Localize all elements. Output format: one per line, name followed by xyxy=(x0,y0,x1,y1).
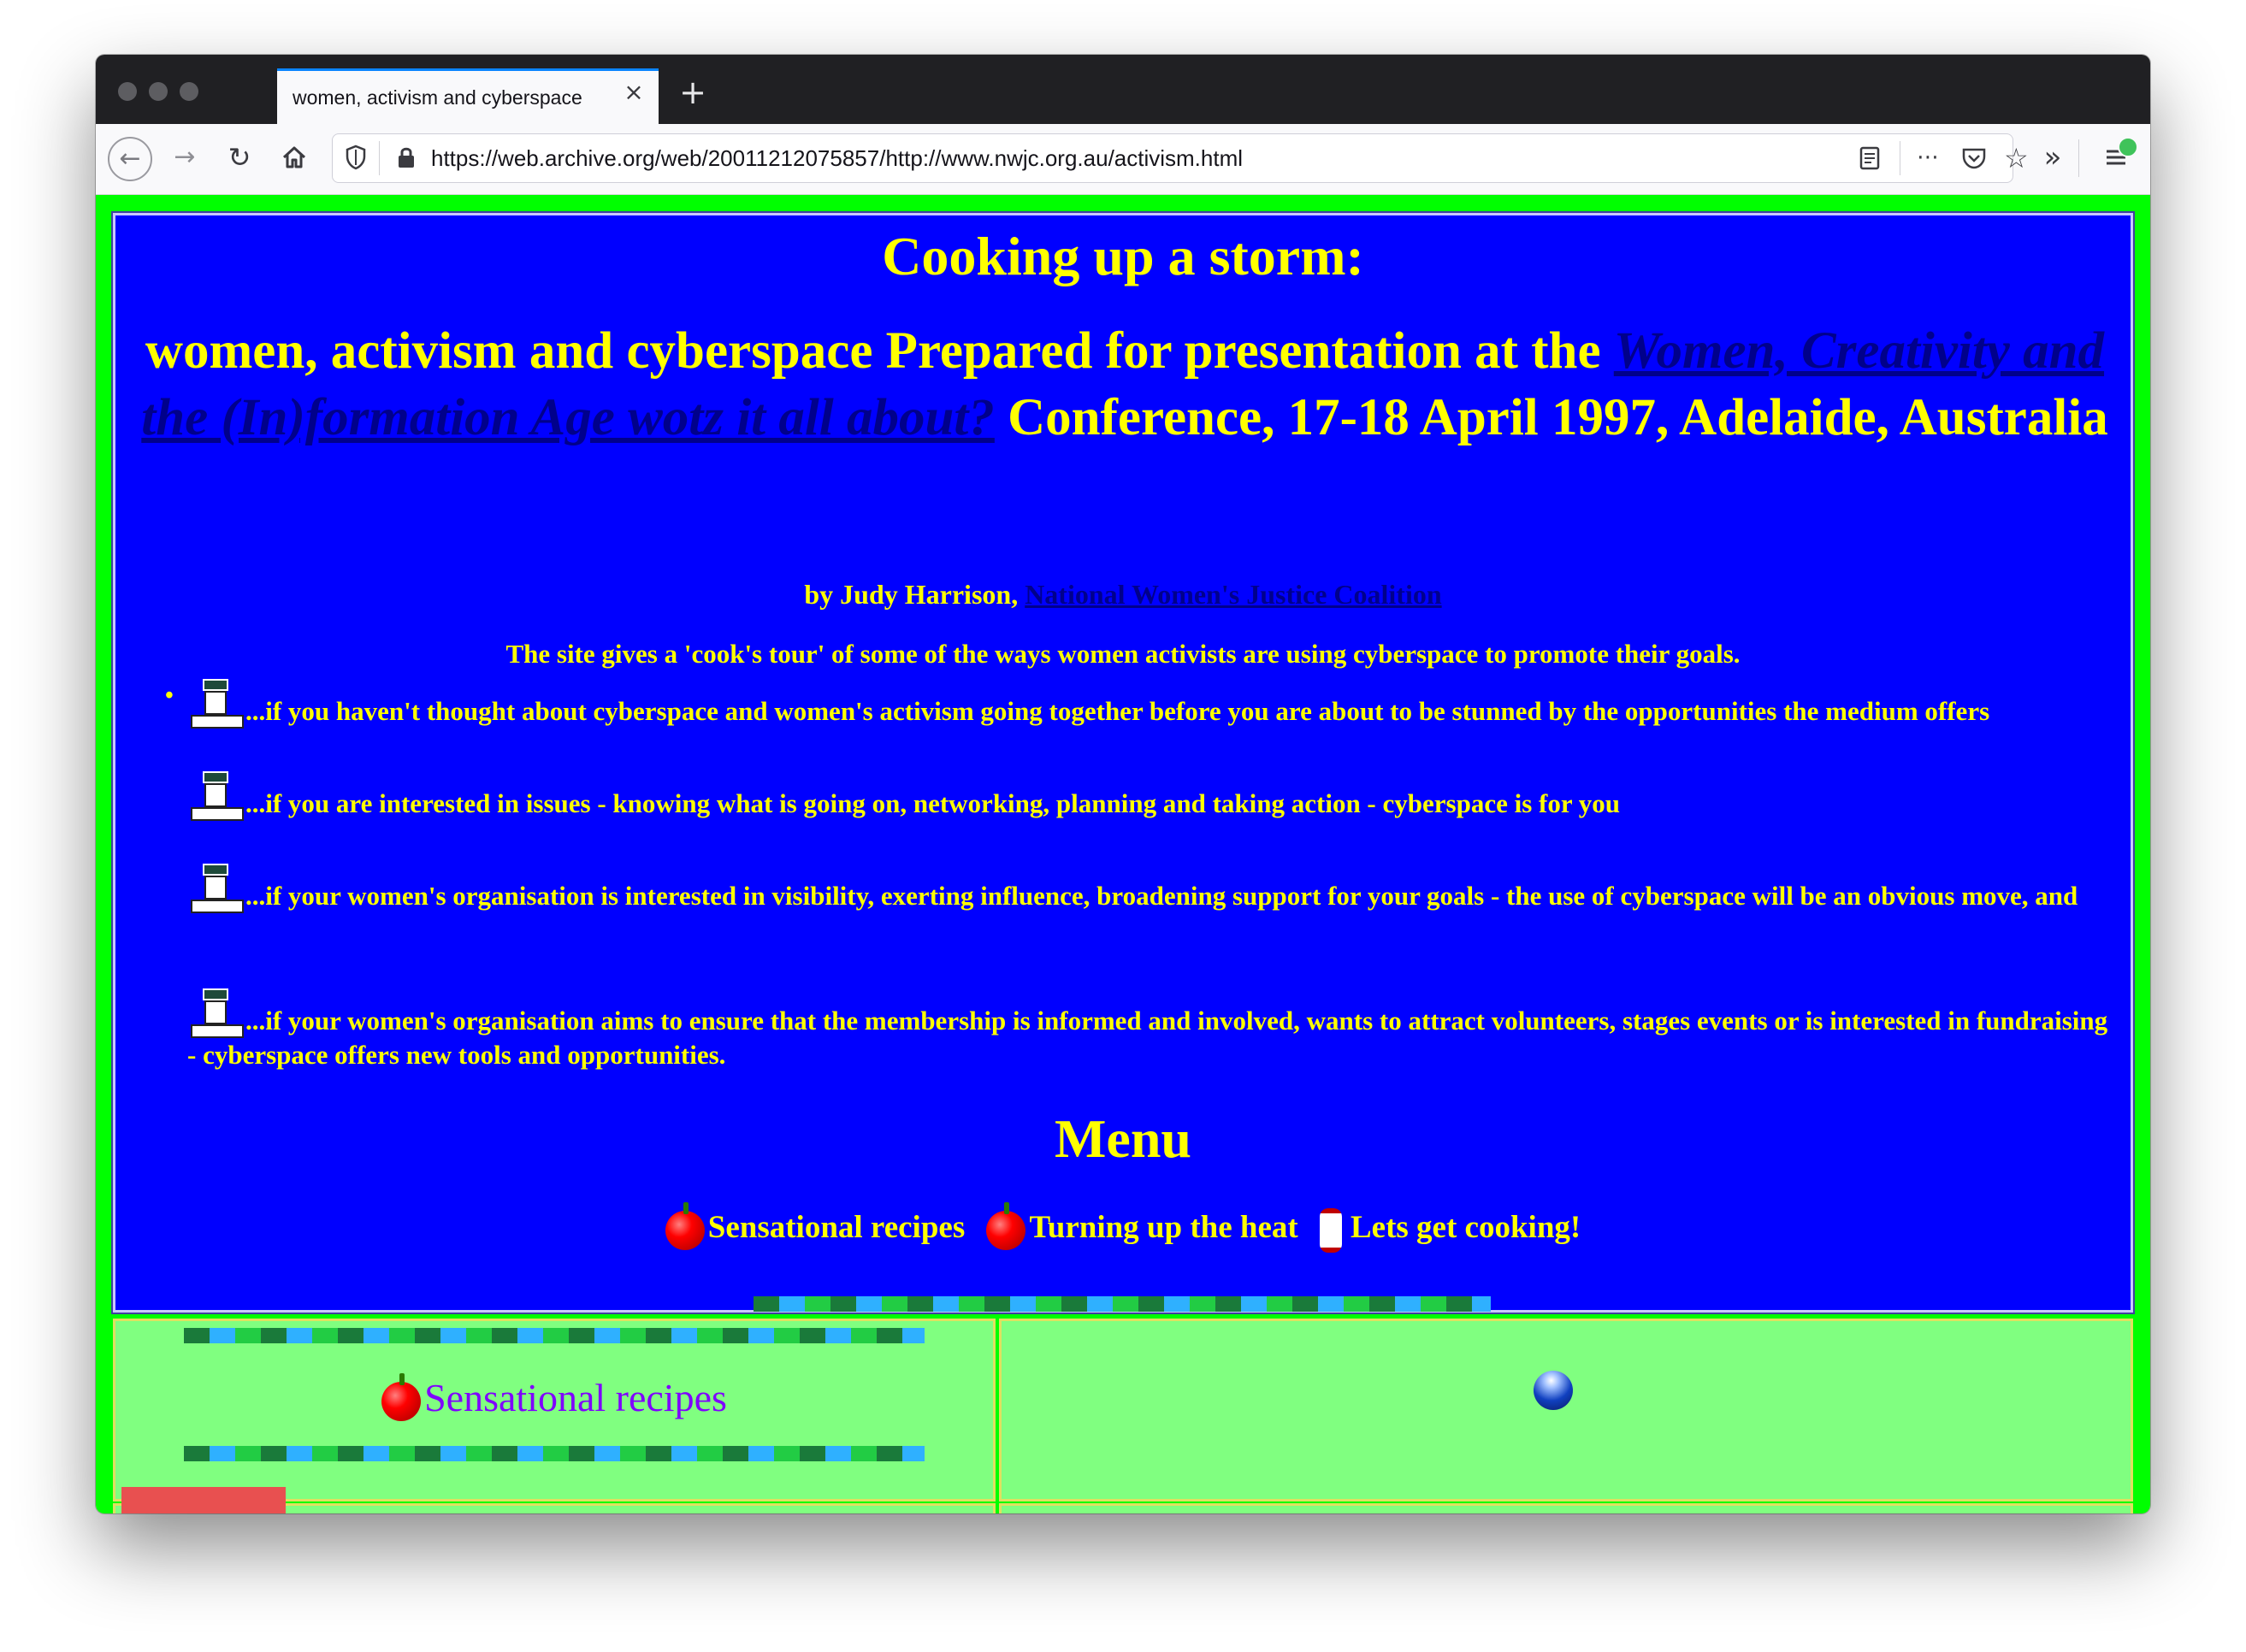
list-item-text: ...if you are interested in issues - kno… xyxy=(245,788,1621,818)
url-text[interactable]: https://web.archive.org/web/200112120758… xyxy=(431,145,1243,172)
list-item: ...if your women's organisation aims to … xyxy=(187,988,2112,1072)
stamp-icon xyxy=(187,864,244,913)
section-cell-globe xyxy=(999,1319,2133,1502)
bitten-apple-icon xyxy=(986,1201,1026,1250)
decorative-divider xyxy=(184,1328,925,1343)
close-icon[interactable]: × xyxy=(621,80,647,105)
menu-item-lets-get-cooking[interactable]: Lets get cooking! xyxy=(1319,1207,1581,1253)
window-zoom-dot[interactable] xyxy=(180,82,198,101)
tab-active[interactable]: women, activism and cyberspace × xyxy=(277,68,659,124)
byline-prefix: by Judy Harrison, xyxy=(804,579,1025,610)
page-content: Cooking up a storm: women, activism and … xyxy=(96,195,2150,1513)
window-close-dot[interactable] xyxy=(118,82,137,101)
apple-core-icon xyxy=(1319,1207,1342,1253)
new-tab-icon[interactable]: + xyxy=(676,75,710,109)
intro-panel: Cooking up a storm: women, activism and … xyxy=(111,211,2135,1314)
list-item-text: ...if your women's organisation aims to … xyxy=(187,1006,2108,1070)
address-bar[interactable]: https://web.archive.org/web/200112120758… xyxy=(332,133,2029,183)
menu-item-turning-up-the-heat[interactable]: Turning up the heat xyxy=(986,1201,1298,1250)
tab-strip: women, activism and cyberspace × + xyxy=(96,55,2150,124)
pocket-icon[interactable] xyxy=(1961,146,1987,174)
menu-item-label: Sensational recipes xyxy=(707,1210,966,1245)
lock-icon[interactable] xyxy=(396,145,417,174)
list-item-text: ...if you haven't thought about cyberspa… xyxy=(245,696,1990,726)
reader-view-icon[interactable] xyxy=(1859,145,1881,175)
decorative-divider xyxy=(754,1296,1491,1312)
organisation-link[interactable]: National Women's Justice Coalition xyxy=(1025,579,1441,610)
url-separator xyxy=(379,141,380,175)
hamburger-menu-icon[interactable] xyxy=(2097,137,2138,176)
list-item: • ...if you haven't thought about cybers… xyxy=(165,679,2112,729)
byline: by Judy Harrison, National Women's Justi… xyxy=(115,577,2131,611)
section-cell-recipes: Sensational recipes xyxy=(113,1319,996,1502)
red-banner xyxy=(121,1487,286,1513)
tab-title: women, activism and cyberspace xyxy=(293,86,582,109)
stamp-icon xyxy=(187,679,244,729)
overflow-menu-icon[interactable]: » xyxy=(2034,139,2072,176)
section-cell-next-right xyxy=(999,1503,2133,1513)
reload-icon[interactable]: ↻ xyxy=(221,139,258,176)
menu-item-label: Turning up the heat xyxy=(1029,1210,1298,1245)
list-item-text: ...if your women's organisation is inter… xyxy=(245,881,2078,911)
decorative-divider xyxy=(184,1446,925,1461)
shield-icon[interactable] xyxy=(345,145,367,174)
page-title: Cooking up a storm: xyxy=(882,226,1364,286)
apple-icon xyxy=(381,1373,422,1422)
menu-links: Sensational recipes Turning up the heat … xyxy=(115,1201,2131,1253)
subtitle-prefix: women, activism and cyberspace Prepared … xyxy=(145,322,1614,380)
page-subtitle: women, activism and cyberspace Prepared … xyxy=(141,318,2108,451)
globe-icon xyxy=(1534,1371,1573,1410)
navigation-bar: ← → ↻ https://web.archive.org/web/200112… xyxy=(96,124,2150,195)
menu-item-sensational-recipes[interactable]: Sensational recipes xyxy=(665,1201,966,1250)
forward-icon[interactable]: → xyxy=(166,139,204,176)
stamp-icon xyxy=(187,988,244,1038)
back-icon[interactable]: ← xyxy=(108,137,152,181)
home-icon[interactable] xyxy=(275,139,313,176)
list-item: ...if your women's organisation is inter… xyxy=(187,864,2112,913)
list-item: ...if you are interested in issues - kno… xyxy=(187,771,2112,821)
stamp-icon xyxy=(187,771,244,821)
browser-window: women, activism and cyberspace × + ← → ↻… xyxy=(96,55,2150,1513)
apple-icon xyxy=(665,1201,705,1250)
more-actions-icon[interactable]: ⋯ xyxy=(1917,145,1939,170)
section-heading-text: Sensational recipes xyxy=(424,1376,727,1419)
section-heading: Sensational recipes xyxy=(115,1373,993,1422)
subtitle-suffix: Conference, 17-18 April 1997, Adelaide, … xyxy=(994,389,2108,446)
bullet-icon: • xyxy=(165,682,174,709)
menu-heading: Menu xyxy=(1055,1108,1191,1169)
window-minimize-dot[interactable] xyxy=(149,82,168,101)
toolbar-separator xyxy=(2078,139,2079,177)
intro-text: The site gives a 'cook's tour' of some o… xyxy=(505,639,1741,669)
update-badge-icon xyxy=(2118,137,2138,157)
menu-item-label: Lets get cooking! xyxy=(1350,1210,1581,1245)
bookmark-star-icon[interactable]: ☆ xyxy=(2004,142,2029,174)
